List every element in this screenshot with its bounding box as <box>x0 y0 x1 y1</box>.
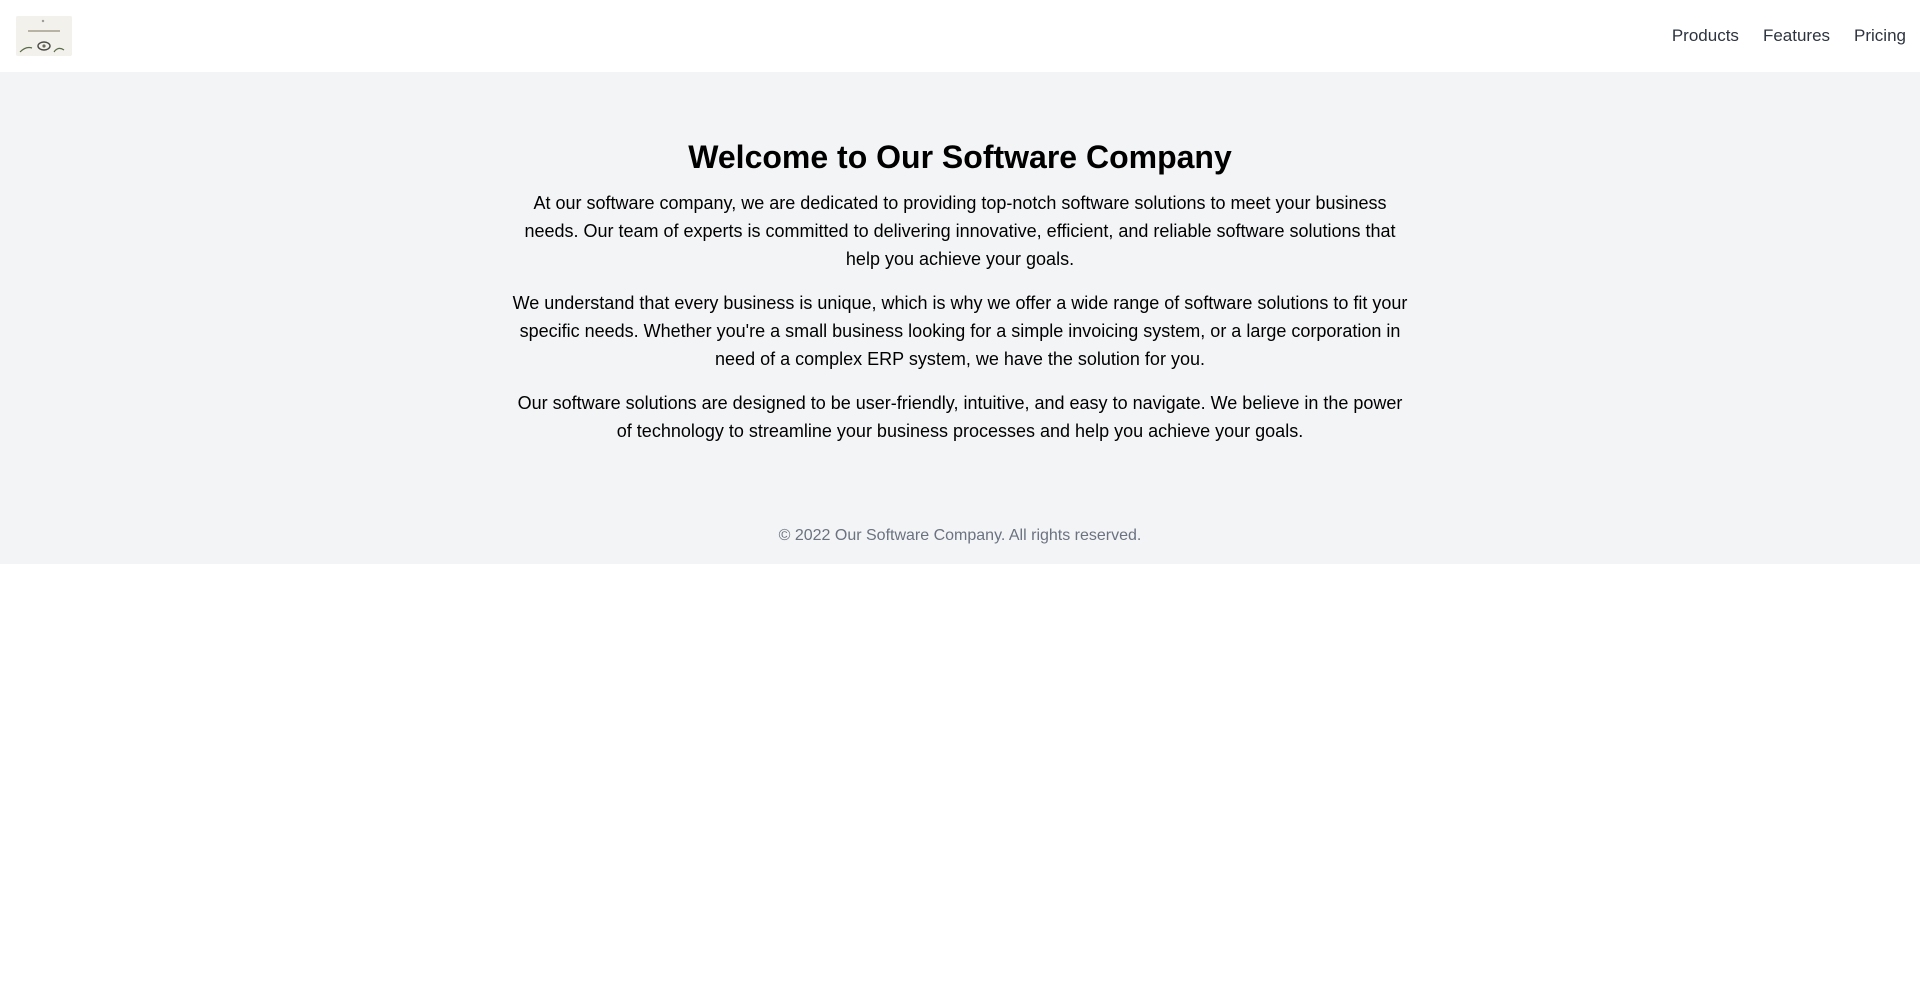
welcome-content: Welcome to Our Software Company At our s… <box>510 136 1410 445</box>
solutions-paragraph: We understand that every business is uni… <box>512 293 1408 369</box>
logo-image[interactable] <box>16 16 72 56</box>
nav-link-features[interactable]: Features <box>1763 26 1830 46</box>
usability-paragraph: Our software solutions are designed to b… <box>517 393 1403 441</box>
intro-paragraph: At our software company, we are dedicate… <box>524 193 1396 269</box>
nav-link-products[interactable]: Products <box>1672 26 1739 46</box>
nav-link-pricing[interactable]: Pricing <box>1854 26 1906 46</box>
logo-graphic <box>16 16 72 56</box>
footer-copyright: © 2022 Our Software Company. All rights … <box>778 527 1142 544</box>
welcome-section: Welcome to Our Software Company At our s… <box>0 72 1920 564</box>
site-header: Products Features Pricing <box>0 0 1920 72</box>
page-title: Welcome to Our Software Company <box>688 139 1232 175</box>
main-nav: Products Features Pricing <box>1672 26 1906 46</box>
